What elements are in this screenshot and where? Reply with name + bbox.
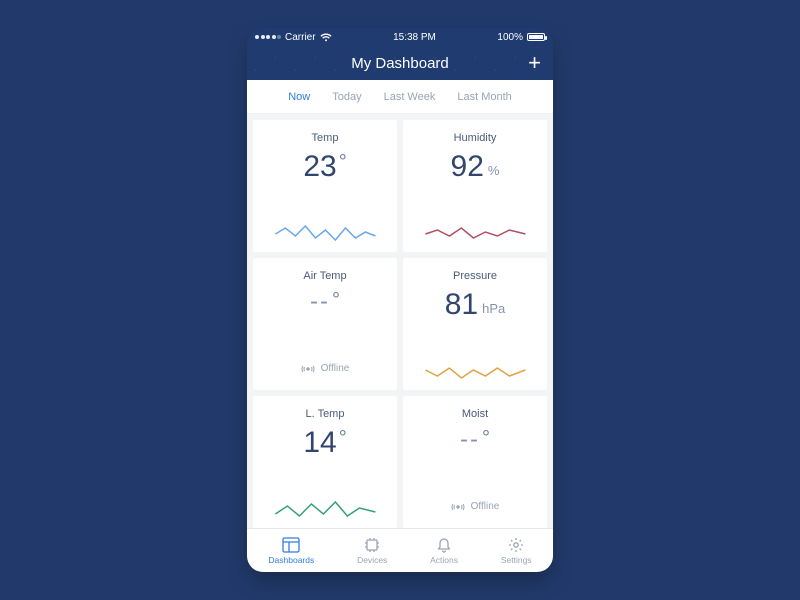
- signal-icon: [301, 364, 315, 374]
- card-label: Temp: [312, 132, 339, 144]
- battery-icon: [527, 33, 545, 41]
- tab-last-month[interactable]: Last Month: [457, 91, 511, 103]
- sparkline-icon: [266, 496, 385, 522]
- sparkline-icon: [416, 220, 535, 246]
- nav-devices[interactable]: Devices: [357, 537, 387, 565]
- card-l-temp[interactable]: L. Temp 14°: [253, 396, 397, 528]
- nav-dashboards[interactable]: Dashboards: [268, 537, 314, 565]
- nav-actions[interactable]: Actions: [430, 537, 458, 565]
- app-header: My Dashboard +: [247, 46, 553, 80]
- time-range-tabs: Now Today Last Week Last Month: [247, 80, 553, 114]
- tab-last-week[interactable]: Last Week: [384, 91, 436, 103]
- chip-icon: [363, 537, 381, 553]
- phone-frame: Carrier 15:38 PM 100% My Dashboard + Now…: [247, 28, 553, 572]
- wifi-icon: [320, 33, 332, 42]
- sparkline-icon: [416, 358, 535, 384]
- card-value: --°: [310, 290, 340, 314]
- card-label: Humidity: [454, 132, 497, 144]
- tab-today[interactable]: Today: [332, 91, 361, 103]
- offline-indicator: Offline: [451, 501, 500, 522]
- card-air-temp[interactable]: Air Temp --° Offline: [253, 258, 397, 390]
- tab-now[interactable]: Now: [288, 91, 310, 103]
- card-label: Moist: [462, 408, 488, 420]
- card-label: Pressure: [453, 270, 497, 282]
- card-temp[interactable]: Temp 23°: [253, 120, 397, 252]
- gear-icon: [508, 537, 524, 553]
- dashboard-icon: [282, 537, 300, 553]
- carrier-label: Carrier: [285, 32, 316, 43]
- nav-settings[interactable]: Settings: [501, 537, 532, 565]
- battery-pct-label: 100%: [497, 32, 523, 43]
- card-value: 92%: [451, 152, 500, 182]
- page-title: My Dashboard: [351, 55, 449, 72]
- bottom-nav: Dashboards Devices Actions Settings: [247, 528, 553, 572]
- card-moist[interactable]: Moist --° Offline: [403, 396, 547, 528]
- sparkline-icon: [266, 220, 385, 246]
- card-grid: Temp 23° Humidity 92% Air Temp --°: [247, 114, 553, 528]
- card-label: L. Temp: [306, 408, 345, 420]
- clock-label: 15:38 PM: [393, 32, 436, 43]
- card-value: 81hPa: [445, 290, 506, 320]
- add-button[interactable]: +: [528, 52, 541, 74]
- card-label: Air Temp: [303, 270, 346, 282]
- card-humidity[interactable]: Humidity 92%: [403, 120, 547, 252]
- card-value: --°: [460, 428, 490, 452]
- offline-indicator: Offline: [301, 363, 350, 384]
- card-value: 23°: [303, 152, 346, 182]
- signal-dots-icon: [255, 35, 281, 39]
- signal-icon: [451, 502, 465, 512]
- card-value: 14°: [303, 428, 346, 458]
- bell-icon: [436, 537, 452, 553]
- card-pressure[interactable]: Pressure 81hPa: [403, 258, 547, 390]
- status-bar: Carrier 15:38 PM 100%: [247, 28, 553, 46]
